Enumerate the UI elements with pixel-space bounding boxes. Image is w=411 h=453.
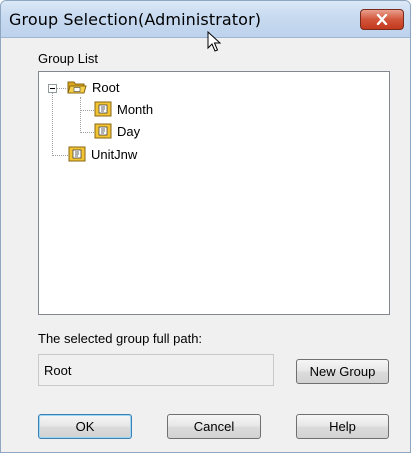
group-folder-icon — [94, 123, 112, 139]
tree-node-month[interactable]: Month — [94, 101, 153, 117]
close-button[interactable] — [360, 9, 404, 30]
group-tree[interactable]: Root Month Day UnitJnw — [38, 71, 390, 315]
group-folder-icon — [94, 101, 112, 117]
cancel-button[interactable]: Cancel — [167, 414, 261, 439]
group-folder-icon — [68, 146, 86, 162]
tree-guide-line — [52, 92, 53, 156]
tree-node-day[interactable]: Day — [94, 123, 140, 139]
tree-node-label: UnitJnw — [91, 146, 138, 162]
tree-guide-line — [57, 88, 66, 89]
path-label: The selected group full path: — [38, 331, 203, 346]
tree-node-unitjnw[interactable]: UnitJnw — [68, 146, 137, 162]
window-title: Group Selection(Administrator) — [9, 10, 262, 29]
ok-button[interactable]: OK — [38, 414, 132, 439]
tree-guide-line — [80, 110, 94, 111]
mouse-cursor-icon — [207, 31, 221, 52]
title-bar[interactable]: Group Selection(Administrator) — [1, 1, 410, 38]
group-path-value: Root — [44, 363, 72, 378]
tree-guide-line — [52, 155, 68, 156]
new-group-button[interactable]: New Group — [296, 359, 389, 384]
close-icon — [376, 14, 388, 25]
tree-node-label: Day — [117, 123, 141, 139]
tree-node-label: Month — [117, 101, 154, 117]
collapse-icon[interactable] — [48, 84, 57, 93]
tree-node-label: Root — [92, 79, 120, 95]
folder-open-icon — [67, 81, 87, 94]
help-button[interactable]: Help — [296, 414, 389, 439]
group-list-label: Group List — [38, 51, 98, 66]
group-selection-dialog: Group Selection(Administrator) Group Lis… — [0, 0, 411, 453]
tree-guide-line — [80, 97, 81, 133]
tree-node-root[interactable]: Root — [67, 79, 119, 95]
tree-guide-line — [80, 132, 94, 133]
group-path-field[interactable]: Root — [38, 354, 274, 386]
